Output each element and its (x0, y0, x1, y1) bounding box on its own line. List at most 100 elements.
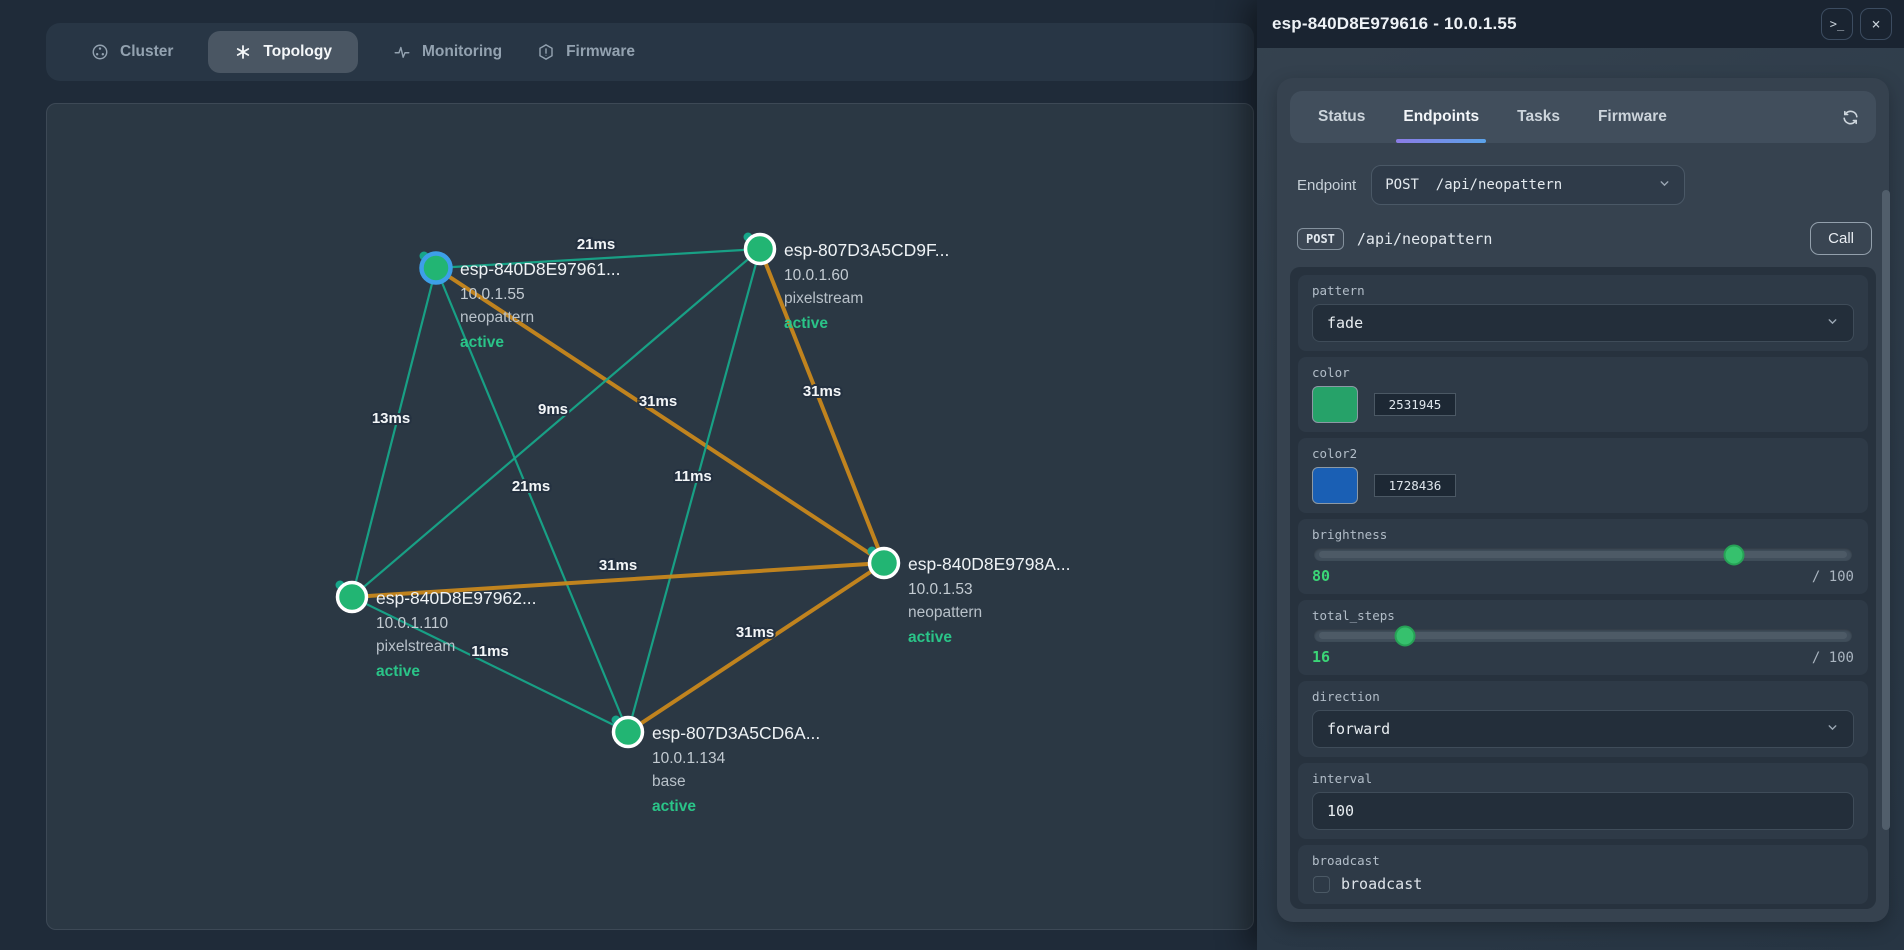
endpoint-label: Endpoint (1297, 177, 1356, 194)
node-status-label: active (908, 629, 952, 646)
field-color: color 2531945 (1298, 357, 1868, 432)
node-name-label: esp-807D3A5CD9F... (784, 240, 949, 260)
total-steps-slider[interactable] (1314, 629, 1852, 642)
node-ip-label: 10.0.1.55 (460, 286, 525, 303)
edge-latency-label: 13ms (372, 410, 410, 427)
device-tab-bar: Status Endpoints Tasks Firmware (1290, 91, 1876, 143)
field-label: interval (1312, 771, 1854, 786)
tab-status[interactable]: Status (1318, 91, 1365, 143)
topology-icon (234, 43, 252, 61)
brightness-slider-thumb[interactable] (1723, 544, 1744, 565)
node-role-label: neopattern (460, 309, 534, 326)
interval-input[interactable]: 100 (1312, 792, 1854, 830)
color2-value-input[interactable]: 1728436 (1374, 474, 1456, 497)
direction-select[interactable]: forward (1312, 710, 1854, 748)
topology-canvas[interactable]: 21ms13ms31ms21ms9ms31ms11ms31ms11ms31mse… (46, 103, 1254, 930)
node-ip-label: 10.0.1.110 (376, 615, 448, 632)
topology-node-10.0.1.134[interactable]: esp-807D3A5CD6A...10.0.1.134baseactive (612, 716, 821, 816)
total-steps-value: 16 (1312, 648, 1330, 666)
tab-tasks[interactable]: Tasks (1517, 91, 1560, 143)
terminal-button[interactable]: >_ (1821, 8, 1853, 40)
refresh-button[interactable] (1841, 91, 1860, 143)
field-label: broadcast (1312, 853, 1854, 868)
endpoint-select-path: /api/neopattern (1436, 177, 1562, 193)
node-status-label: active (784, 315, 828, 332)
field-broadcast: broadcast broadcast (1298, 845, 1868, 904)
node-circle[interactable] (338, 583, 367, 612)
nav-item-monitoring[interactable]: Monitoring (393, 31, 502, 73)
nav-item-label: Monitoring (422, 43, 502, 61)
node-circle[interactable] (422, 254, 451, 283)
nav-item-label: Cluster (120, 43, 173, 61)
brightness-slider[interactable] (1314, 548, 1852, 561)
device-panel: esp-840D8E979616 - 10.0.1.55 >_ × Status… (1257, 0, 1904, 950)
total-steps-slider-thumb[interactable] (1395, 625, 1416, 646)
chevron-down-icon (1574, 161, 1671, 210)
field-label: total_steps (1312, 608, 1854, 623)
field-label: pattern (1312, 283, 1854, 298)
close-panel-button[interactable]: × (1860, 8, 1892, 40)
topology-node-10.0.1.53[interactable]: esp-840D8E9798A...10.0.1.53neopatternact… (868, 547, 1071, 647)
nav-item-cluster[interactable]: Cluster (91, 31, 173, 73)
node-name-label: esp-807D3A5CD6A... (652, 723, 820, 743)
color2-swatch[interactable] (1312, 467, 1358, 504)
tab-endpoints[interactable]: Endpoints (1403, 91, 1479, 143)
chevron-down-icon (1826, 720, 1839, 738)
broadcast-checkbox[interactable] (1313, 876, 1330, 893)
monitoring-icon (393, 43, 411, 61)
brightness-value: 80 (1312, 567, 1330, 585)
edge-latency-label: 21ms (512, 478, 550, 495)
field-direction: direction forward (1298, 681, 1868, 757)
topology-node-10.0.1.110[interactable]: esp-840D8E97962...10.0.1.110pixelstreama… (336, 581, 537, 681)
broadcast-checkbox-label: broadcast (1341, 875, 1422, 893)
edge-latency-label: 11ms (674, 468, 712, 485)
firmware-icon (537, 43, 555, 61)
device-panel-title: esp-840D8E979616 - 10.0.1.55 (1272, 14, 1814, 34)
field-label: color2 (1312, 446, 1854, 461)
node-role-label: pixelstream (376, 638, 455, 655)
field-interval: interval 100 (1298, 763, 1868, 839)
color-swatch[interactable] (1312, 386, 1358, 423)
brightness-max: / 100 (1812, 569, 1854, 585)
field-label: color (1312, 365, 1854, 380)
node-ip-label: 10.0.1.53 (908, 581, 973, 598)
pattern-select[interactable]: fade (1312, 304, 1854, 342)
color-value-input[interactable]: 2531945 (1374, 393, 1456, 416)
node-circle[interactable] (870, 549, 899, 578)
edge-latency-label: 31ms (803, 383, 841, 400)
edge-latency-label: 31ms (736, 624, 774, 641)
field-brightness: brightness 80 / 100 (1298, 519, 1868, 594)
top-nav-bar: Cluster Topology Monitoring Firmware (46, 23, 1254, 81)
node-role-label: neopattern (908, 604, 982, 621)
field-color2: color2 1728436 (1298, 438, 1868, 513)
node-role-label: base (652, 773, 686, 790)
node-circle[interactable] (746, 235, 775, 264)
request-path: /api/neopattern (1357, 230, 1797, 248)
edge-latency-label: 31ms (599, 557, 637, 574)
panel-scrollbar-thumb[interactable] (1882, 190, 1890, 830)
request-header-row: POST /api/neopattern Call (1297, 222, 1872, 255)
node-role-label: pixelstream (784, 290, 863, 307)
call-button[interactable]: Call (1810, 222, 1872, 255)
field-pattern: pattern fade (1298, 275, 1868, 351)
endpoint-select-method: POST (1385, 177, 1419, 193)
nav-item-topology[interactable]: Topology (208, 31, 358, 73)
chevron-down-icon (1826, 314, 1839, 332)
tab-bar-spacer (1705, 91, 1803, 143)
edge-latency-label: 9ms (538, 401, 568, 418)
topology-edge-n2-n3 (352, 249, 760, 597)
node-status-label: active (376, 663, 420, 680)
topology-edge-n1-n3 (352, 268, 436, 597)
node-status-label: active (652, 798, 696, 815)
method-badge: POST (1297, 228, 1344, 250)
refresh-icon (1841, 108, 1860, 127)
endpoint-select[interactable]: POST /api/neopattern (1371, 165, 1685, 205)
field-label: brightness (1312, 527, 1854, 542)
tab-firmware[interactable]: Firmware (1598, 91, 1667, 143)
node-name-label: esp-840D8E97961... (460, 259, 621, 279)
nav-item-firmware[interactable]: Firmware (537, 31, 635, 73)
nav-item-label: Firmware (566, 43, 635, 61)
field-total-steps: total_steps 16 / 100 (1298, 600, 1868, 675)
node-circle[interactable] (614, 718, 643, 747)
total-steps-max: / 100 (1812, 650, 1854, 666)
